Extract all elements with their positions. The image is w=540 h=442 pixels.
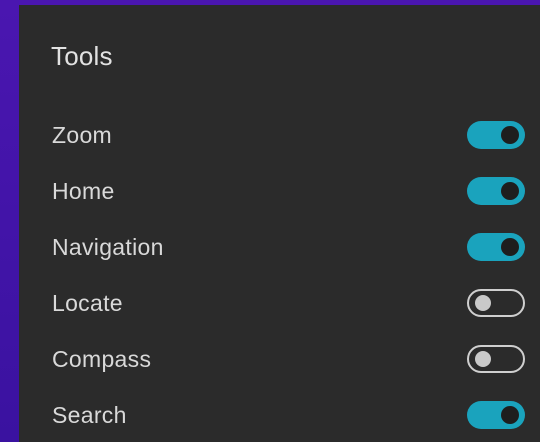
panel-title: Tools: [51, 41, 113, 71]
tool-label-locate: Locate: [52, 289, 123, 316]
toggle-knob: [501, 182, 519, 200]
toggle-knob: [501, 126, 519, 144]
tool-row-home: Home: [19, 163, 540, 219]
tool-row-compass: Compass: [19, 331, 540, 387]
tool-row-navigation: Navigation: [19, 219, 540, 275]
toggle-knob: [475, 351, 491, 367]
tool-label-search: Search: [52, 401, 127, 428]
tool-label-navigation: Navigation: [52, 233, 164, 260]
toggle-search[interactable]: [467, 401, 525, 429]
toggle-locate[interactable]: [467, 289, 525, 317]
toggle-zoom[interactable]: [467, 121, 525, 149]
toggle-knob: [475, 295, 491, 311]
toggle-knob: [501, 406, 519, 424]
tool-label-zoom: Zoom: [52, 121, 112, 148]
toggle-navigation[interactable]: [467, 233, 525, 261]
tool-label-home: Home: [52, 177, 115, 204]
tool-row-locate: Locate: [19, 275, 540, 331]
tool-list: Zoom Home Navigation Locate Compass Sear…: [19, 107, 540, 442]
toggle-knob: [501, 238, 519, 256]
tool-row-zoom: Zoom: [19, 107, 540, 163]
tools-panel: Tools Zoom Home Navigation Locate Compas…: [19, 5, 540, 442]
tool-label-compass: Compass: [52, 345, 152, 372]
tool-row-search: Search: [19, 387, 540, 442]
toggle-compass[interactable]: [467, 345, 525, 373]
toggle-home[interactable]: [467, 177, 525, 205]
